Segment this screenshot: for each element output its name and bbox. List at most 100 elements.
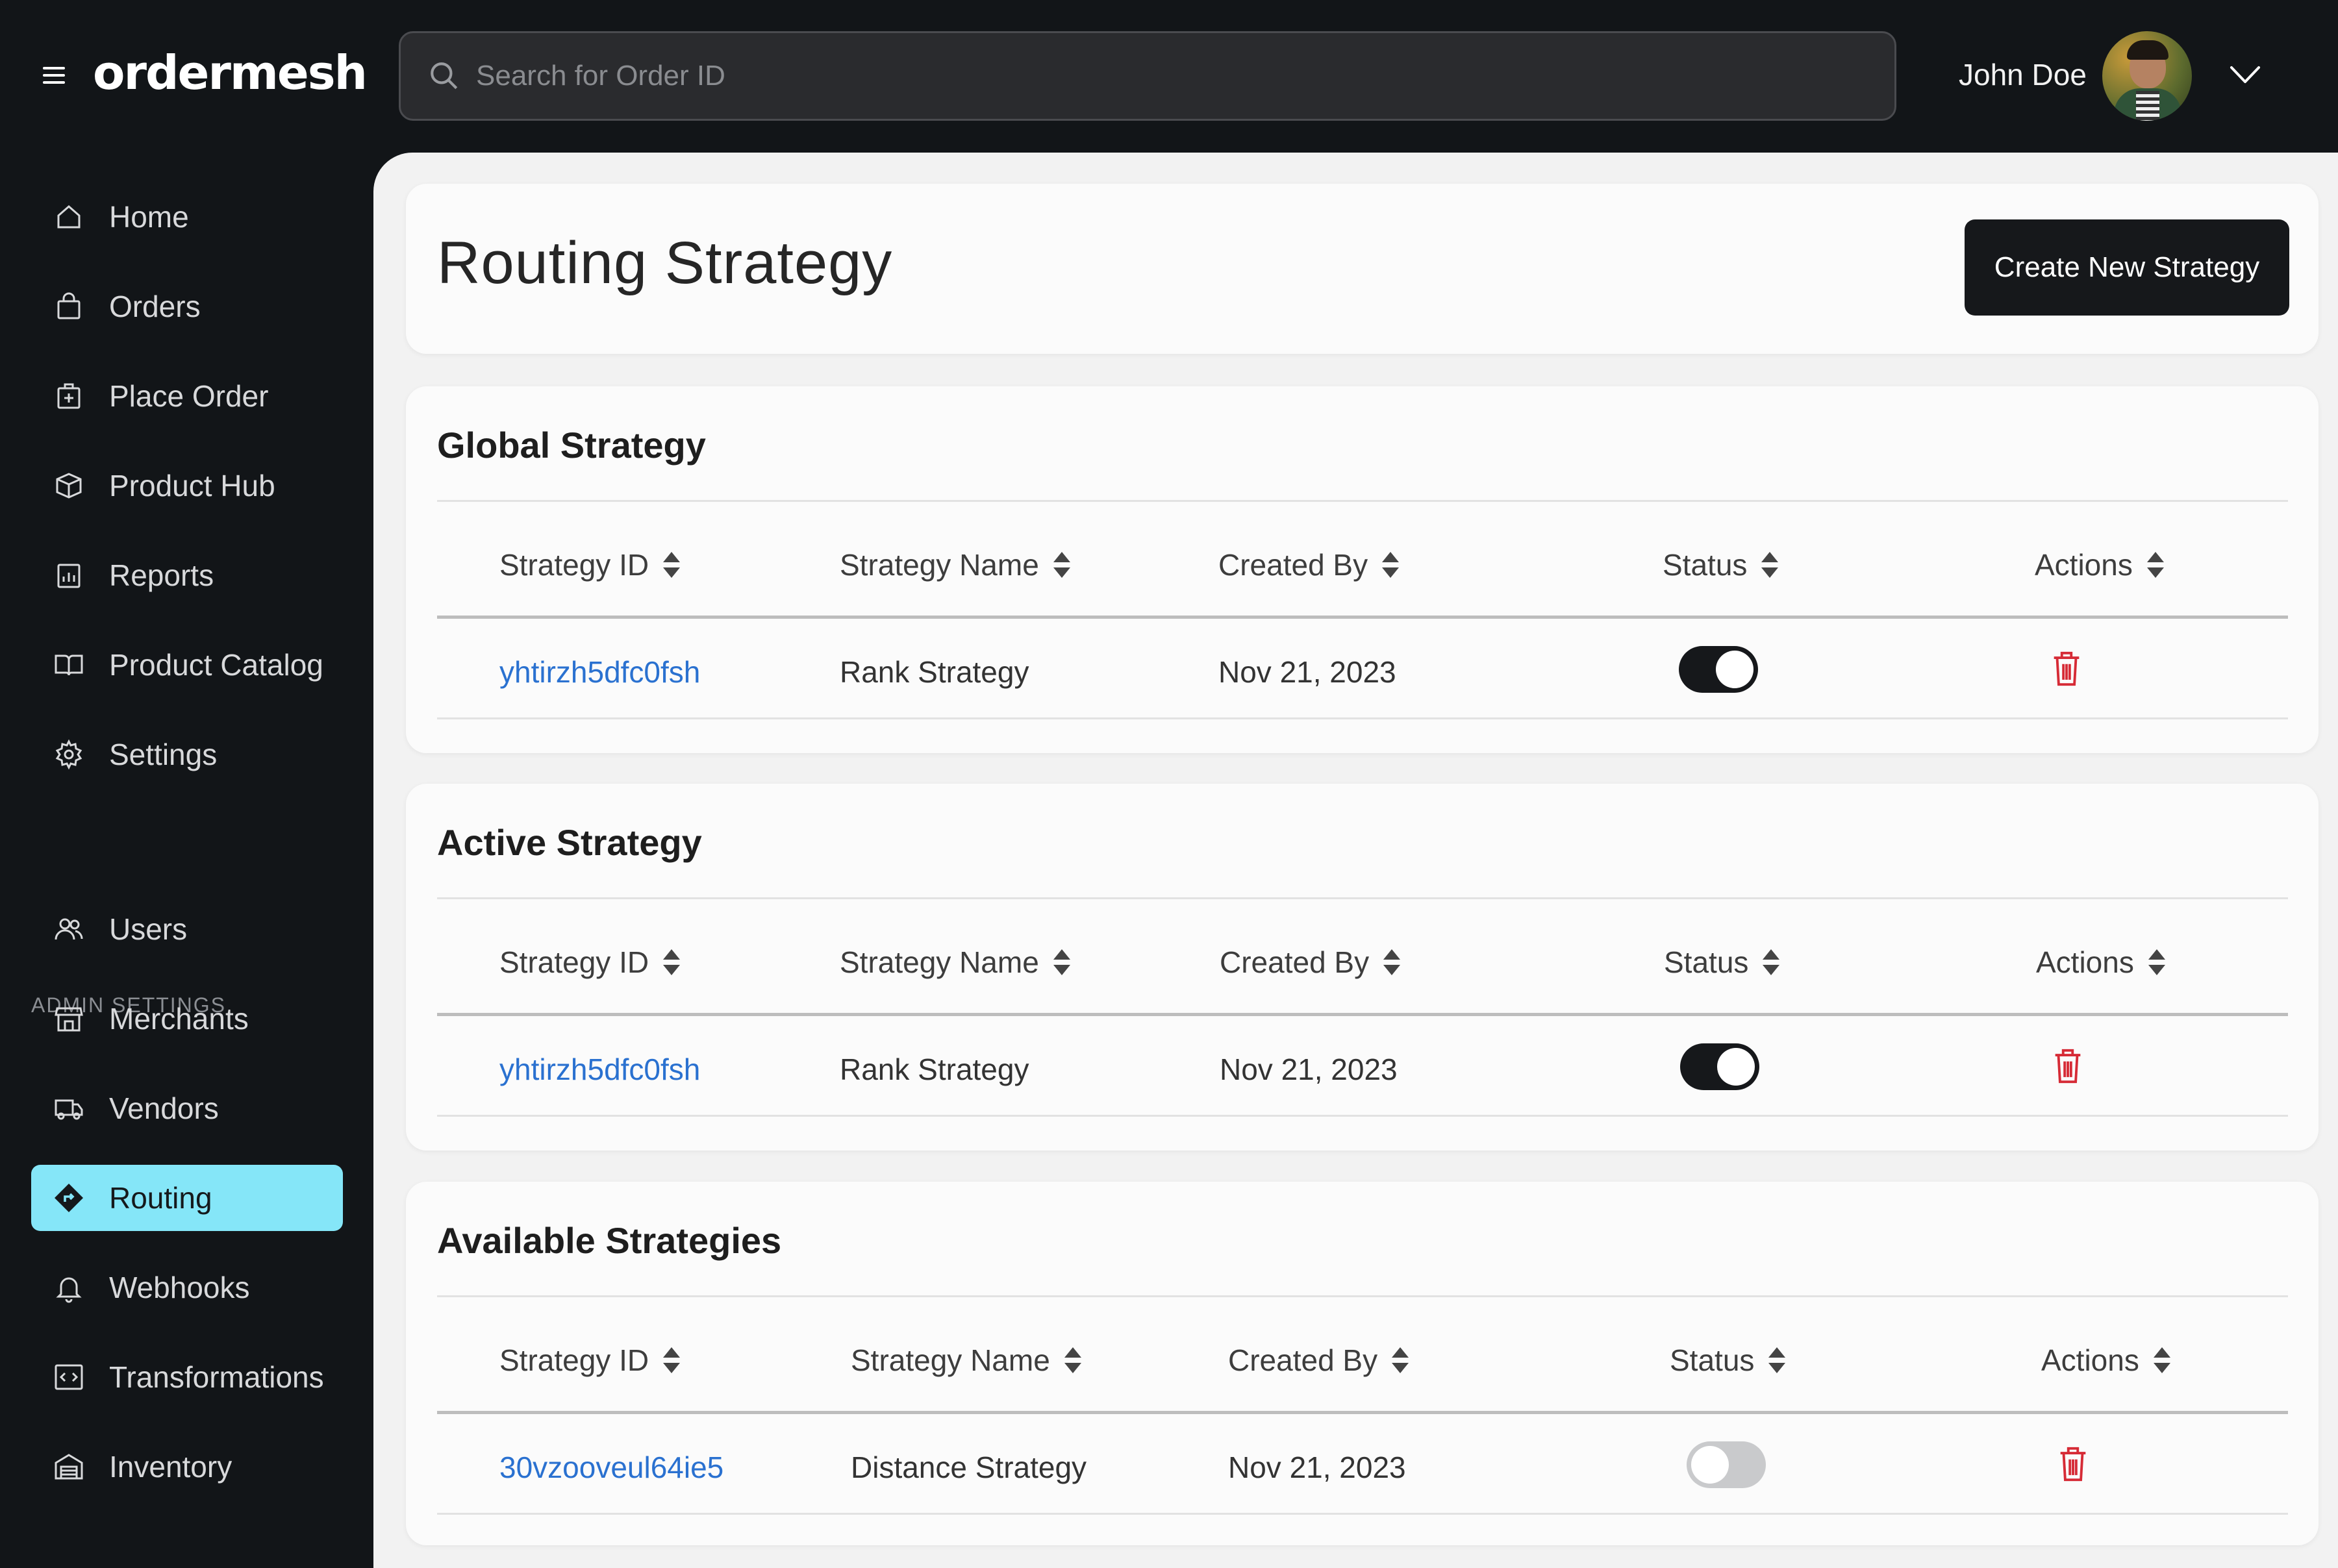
created-by: Nov 21, 2023 (1218, 655, 1396, 689)
gear-icon (55, 739, 82, 770)
sort-icon[interactable] (1053, 552, 1070, 578)
table-row: yhtirzh5dfc0fsh Rank Strategy Nov 21, 20… (437, 1019, 2288, 1117)
sidebar-item-label: Reports (109, 558, 214, 592)
header-label: Actions (2035, 548, 2133, 582)
shopping-bag-icon (57, 292, 81, 319)
sidebar-item-settings[interactable]: Settings (31, 721, 343, 788)
header-label: Actions (2036, 945, 2134, 979)
column-header-strategy-id[interactable]: Strategy ID (499, 547, 681, 582)
sort-icon[interactable] (1763, 949, 1780, 975)
search-bar[interactable] (399, 31, 1896, 121)
sort-icon[interactable] (1053, 949, 1070, 975)
column-header-status[interactable]: Status (1663, 547, 1779, 582)
app-logo[interactable]: ordermesh (93, 45, 368, 100)
sort-icon[interactable] (1382, 552, 1400, 578)
status-toggle[interactable] (1680, 1043, 1759, 1090)
strategy-id-link[interactable]: yhtirzh5dfc0fsh (499, 1052, 700, 1087)
sidebar-item-label: Vendors (109, 1091, 219, 1125)
section-title: Active Strategy (437, 822, 702, 863)
column-header-strategy-name[interactable]: Strategy Name (840, 547, 1070, 582)
sidebar-item-users[interactable]: Users (31, 896, 343, 962)
header-label: Created By (1218, 548, 1368, 582)
section-title: Available Strategies (437, 1220, 782, 1261)
header-label: Status (1663, 548, 1748, 582)
sort-icon[interactable] (1761, 552, 1779, 578)
column-header-strategy-name[interactable]: Strategy Name (840, 945, 1070, 980)
user-name[interactable]: John Doe (1959, 57, 2087, 92)
sidebar-item-label: Transformations (109, 1360, 324, 1394)
storefront-icon (55, 1007, 83, 1032)
avatar[interactable] (2102, 31, 2192, 121)
sidebar-item-inventory[interactable]: Inventory (31, 1434, 343, 1500)
column-header-strategy-name[interactable]: Strategy Name (851, 1343, 1081, 1378)
table-row: yhtirzh5dfc0fsh Rank Strategy Nov 21, 20… (437, 622, 2288, 719)
trash-icon[interactable] (2057, 1445, 2089, 1483)
sidebar-item-label: Merchants (109, 1002, 249, 1036)
sidebar-item-product-hub[interactable]: Product Hub (31, 453, 343, 519)
sort-icon[interactable] (2153, 1347, 2170, 1373)
routing-icon (55, 1184, 83, 1212)
sort-icon[interactable] (663, 552, 681, 578)
page-header-card: Routing Strategy Create New Strategy (406, 184, 2319, 354)
sidebar-item-transformations[interactable]: Transformations (31, 1344, 343, 1410)
sort-icon[interactable] (1064, 1347, 1081, 1373)
sort-icon[interactable] (663, 1347, 681, 1373)
column-header-created-by[interactable]: Created By (1228, 1343, 1409, 1378)
available-strategies-section: Available Strategies Strategy ID Strateg… (406, 1182, 2319, 1545)
created-by: Nov 21, 2023 (1228, 1450, 1406, 1484)
chevron-down-icon[interactable] (2229, 64, 2261, 86)
sidebar-item-label: Inventory (109, 1450, 233, 1484)
column-header-strategy-id[interactable]: Strategy ID (499, 945, 681, 980)
header-label: Status (1664, 945, 1749, 979)
sidebar-item-reports[interactable]: Reports (31, 542, 343, 608)
column-header-created-by[interactable]: Created By (1218, 547, 1400, 582)
sidebar-item-merchants[interactable]: Merchants (31, 986, 343, 1052)
sidebar-item-webhooks[interactable]: Webhooks (31, 1254, 343, 1321)
strategy-name: Rank Strategy (840, 655, 1029, 689)
column-header-created-by[interactable]: Created By (1220, 945, 1401, 980)
sort-icon[interactable] (1768, 1347, 1786, 1373)
sidebar-item-home[interactable]: Home (31, 184, 343, 250)
sidebar-item-orders[interactable]: Orders (31, 273, 343, 340)
sort-icon[interactable] (663, 949, 681, 975)
column-header-status[interactable]: Status (1670, 1343, 1786, 1378)
sidebar-item-label: Orders (109, 290, 201, 323)
sort-icon[interactable] (1392, 1347, 1409, 1373)
trash-icon[interactable] (2052, 1047, 2084, 1085)
sidebar-item-label: Users (109, 912, 188, 946)
column-header-actions[interactable]: Actions (2035, 547, 2164, 582)
header-label: Created By (1220, 945, 1370, 979)
strategy-name: Rank Strategy (840, 1052, 1029, 1086)
header-label: Strategy Name (840, 945, 1039, 979)
place-order-icon (57, 383, 81, 409)
status-toggle[interactable] (1687, 1441, 1766, 1488)
strategy-id-link[interactable]: 30vzooveul64ie5 (499, 1450, 723, 1485)
search-input[interactable] (476, 60, 1775, 92)
table-header: Strategy ID Strategy Name Created By Sta… (437, 1297, 2288, 1414)
trash-icon[interactable] (2050, 650, 2083, 688)
sidebar-item-vendors[interactable]: Vendors (31, 1075, 343, 1141)
sort-icon[interactable] (1383, 949, 1401, 975)
active-strategy-section: Active Strategy Strategy ID Strategy Nam… (406, 784, 2319, 1151)
sidebar-item-routing[interactable]: Routing (31, 1165, 343, 1231)
header-label: Created By (1228, 1343, 1378, 1377)
column-header-actions[interactable]: Actions (2036, 945, 2165, 980)
header-label: Strategy ID (499, 548, 649, 582)
sidebar-item-label: Product Hub (109, 469, 275, 503)
status-toggle[interactable] (1679, 646, 1758, 693)
sort-icon[interactable] (2148, 949, 2165, 975)
strategy-id-link[interactable]: yhtirzh5dfc0fsh (499, 654, 700, 690)
top-bar: ordermesh John Doe (0, 0, 2338, 153)
section-title: Global Strategy (437, 425, 706, 466)
sidebar-item-product-catalog[interactable]: Product Catalog (31, 632, 343, 698)
column-header-status[interactable]: Status (1664, 945, 1780, 980)
main-content: Routing Strategy Create New Strategy Glo… (373, 153, 2338, 1568)
hamburger-menu-icon[interactable] (43, 67, 65, 84)
column-header-actions[interactable]: Actions (2041, 1343, 2170, 1378)
create-new-strategy-button[interactable]: Create New Strategy (1965, 219, 2289, 316)
sidebar-item-place-order[interactable]: Place Order (31, 363, 343, 429)
column-header-strategy-id[interactable]: Strategy ID (499, 1343, 681, 1378)
sort-icon[interactable] (2146, 552, 2164, 578)
sidebar-item-label: Settings (109, 738, 218, 771)
header-label: Status (1670, 1343, 1755, 1377)
